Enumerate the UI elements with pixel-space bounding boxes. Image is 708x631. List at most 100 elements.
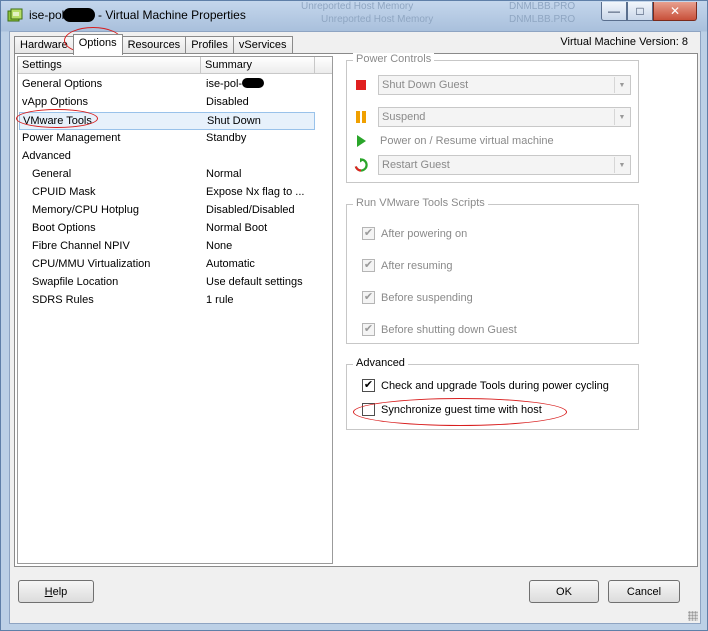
settings-row-cpuid-mask[interactable]: CPUID Mask Expose Nx flag to ... <box>18 184 316 202</box>
chevron-down-icon: ▼ <box>614 109 629 125</box>
shutdown-action-value: Shut Down Guest <box>382 79 469 91</box>
setting-summary: Disabled/Disabled <box>206 204 295 216</box>
setting-name: Advanced <box>22 150 71 162</box>
tab-strip: Hardware Options Resources Profiles vSer… <box>14 34 293 55</box>
settings-row-memory-cpu-hotplug[interactable]: Memory/CPU Hotplug Disabled/Disabled <box>18 202 316 220</box>
setting-summary: Disabled <box>206 96 249 108</box>
check-upgrade-tools-checkbox[interactable]: ✔ <box>362 379 375 392</box>
column-header-summary[interactable]: Summary <box>205 59 252 71</box>
sync-guest-time-label: Synchronize guest time with host <box>381 404 542 416</box>
tools-scripts-label: Run VMware Tools Scripts <box>353 197 488 209</box>
setting-name: Swapfile Location <box>32 276 119 288</box>
settings-list[interactable]: Settings Summary General Options ise-pol… <box>17 56 333 564</box>
setting-summary: Normal <box>206 168 242 180</box>
settings-row-sdrs-rules[interactable]: SDRS Rules 1 rule <box>18 292 316 310</box>
background-ghost-text: Unreported Host Memory <box>321 14 434 25</box>
settings-row-vmware-tools[interactable]: VMware Tools Shut Down <box>19 112 315 130</box>
setting-name: General Options <box>22 78 103 90</box>
before-suspending-label: Before suspending <box>381 292 473 304</box>
setting-summary: Standby <box>206 132 247 144</box>
window-title: - Virtual Machine Properties <box>98 8 246 22</box>
suspend-icon <box>356 111 366 123</box>
power-on-resume-label: Power on / Resume virtual machine <box>380 135 554 147</box>
settings-row-swapfile-location[interactable]: Swapfile Location Use default settings <box>18 274 316 292</box>
background-ghost-text: DNMLBB.PRO <box>509 1 576 12</box>
cancel-button[interactable]: Cancel <box>608 580 680 603</box>
setting-summary: Expose Nx flag to ... <box>206 186 305 198</box>
maximize-icon: □ <box>636 4 644 18</box>
redacted-name <box>242 78 265 88</box>
setting-summary: Use default settings <box>206 276 303 288</box>
setting-summary: ise-pol- <box>206 78 314 90</box>
tab-options[interactable]: Options <box>72 34 123 55</box>
after-powering-on-label: After powering on <box>381 228 468 240</box>
minimize-icon: — <box>608 4 620 18</box>
advanced-group: Advanced ✔ Check and upgrade Tools durin… <box>346 357 639 430</box>
check-upgrade-tools-label: Check and upgrade Tools during power cyc… <box>381 380 609 392</box>
settings-row-general[interactable]: General Normal <box>18 166 316 184</box>
advanced-label: Advanced <box>353 357 408 369</box>
settings-row-fibre-channel-npiv[interactable]: Fibre Channel NPIV None <box>18 238 316 256</box>
setting-name: CPUID Mask <box>32 186 96 198</box>
settings-row-vapp-options[interactable]: vApp Options Disabled <box>18 94 316 112</box>
close-button[interactable]: ✕ <box>653 2 697 21</box>
before-shutting-down-label: Before shutting down Guest <box>381 324 517 336</box>
sync-guest-time-checkbox[interactable] <box>362 403 375 416</box>
column-header-settings[interactable]: Settings <box>22 59 62 71</box>
setting-name: vApp Options <box>22 96 89 108</box>
dialog-client: Hardware Options Resources Profiles vSer… <box>9 31 701 624</box>
title-bar[interactable]: ise-pol- - Virtual Machine Properties Un… <box>1 1 707 31</box>
setting-name: Power Management <box>22 132 121 144</box>
power-controls-label: Power Controls <box>353 53 435 65</box>
chevron-down-icon: ▼ <box>614 157 629 173</box>
play-icon <box>357 135 366 147</box>
setting-name: Boot Options <box>32 222 96 234</box>
setting-summary: None <box>206 240 233 252</box>
setting-summary: Normal Boot <box>206 222 268 234</box>
after-resuming-checkbox[interactable]: ✔ <box>362 259 375 272</box>
help-button[interactable]: Help <box>18 580 94 603</box>
after-powering-on-checkbox[interactable]: ✔ <box>362 227 375 240</box>
setting-name: SDRS Rules <box>32 294 94 306</box>
suspend-action-value: Suspend <box>382 111 426 123</box>
power-controls-group: Power Controls Shut Down Guest ▼ Suspend… <box>346 53 639 183</box>
background-ghost-text: Unreported Host Memory <box>301 1 414 12</box>
setting-name: Memory/CPU Hotplug <box>32 204 139 216</box>
shutdown-action-select[interactable]: Shut Down Guest ▼ <box>378 75 631 95</box>
restart-action-select[interactable]: Restart Guest ▼ <box>378 155 631 175</box>
settings-row-boot-options[interactable]: Boot Options Normal Boot <box>18 220 316 238</box>
resize-grip[interactable] <box>688 611 698 621</box>
maximize-button[interactable]: □ <box>627 2 653 21</box>
setting-name: CPU/MMU Virtualization <box>32 258 151 270</box>
column-separator[interactable] <box>314 57 315 74</box>
help-label: elp <box>52 585 68 598</box>
properties-window: ise-pol- - Virtual Machine Properties Un… <box>0 0 708 631</box>
setting-name: VMware Tools <box>23 115 92 127</box>
settings-row-cpu-mmu-virtualization[interactable]: CPU/MMU Virtualization Automatic <box>18 256 316 274</box>
settings-row-power-management[interactable]: Power Management Standby <box>18 130 316 148</box>
after-resuming-label: After resuming <box>381 260 453 272</box>
settings-row-advanced[interactable]: Advanced <box>18 148 316 166</box>
ok-label: OK <box>556 585 572 598</box>
settings-list-header: Settings Summary <box>18 57 332 74</box>
minimize-button[interactable]: — <box>601 2 627 21</box>
setting-name: General <box>32 168 72 180</box>
ok-button[interactable]: OK <box>529 580 599 603</box>
settings-row-general-options[interactable]: General Options ise-pol- <box>18 76 316 94</box>
setting-name: Fibre Channel NPIV <box>32 240 130 252</box>
setting-summary: Automatic <box>206 258 255 270</box>
stop-icon <box>356 80 366 90</box>
before-suspending-checkbox[interactable]: ✔ <box>362 291 375 304</box>
column-separator[interactable] <box>200 57 201 74</box>
cancel-label: Cancel <box>626 585 662 598</box>
restart-icon <box>354 158 368 172</box>
close-icon: ✕ <box>669 4 681 18</box>
chevron-down-icon: ▼ <box>614 77 629 93</box>
before-shutting-down-checkbox[interactable]: ✔ <box>362 323 375 336</box>
redacted-name <box>63 8 95 22</box>
help-mnemonic: H <box>44 585 53 598</box>
suspend-action-select[interactable]: Suspend ▼ <box>378 107 631 127</box>
vm-version-label: Virtual Machine Version: 8 <box>560 36 688 48</box>
vm-app-icon <box>7 8 23 22</box>
options-tab-panel: Settings Summary General Options ise-pol… <box>14 53 698 567</box>
